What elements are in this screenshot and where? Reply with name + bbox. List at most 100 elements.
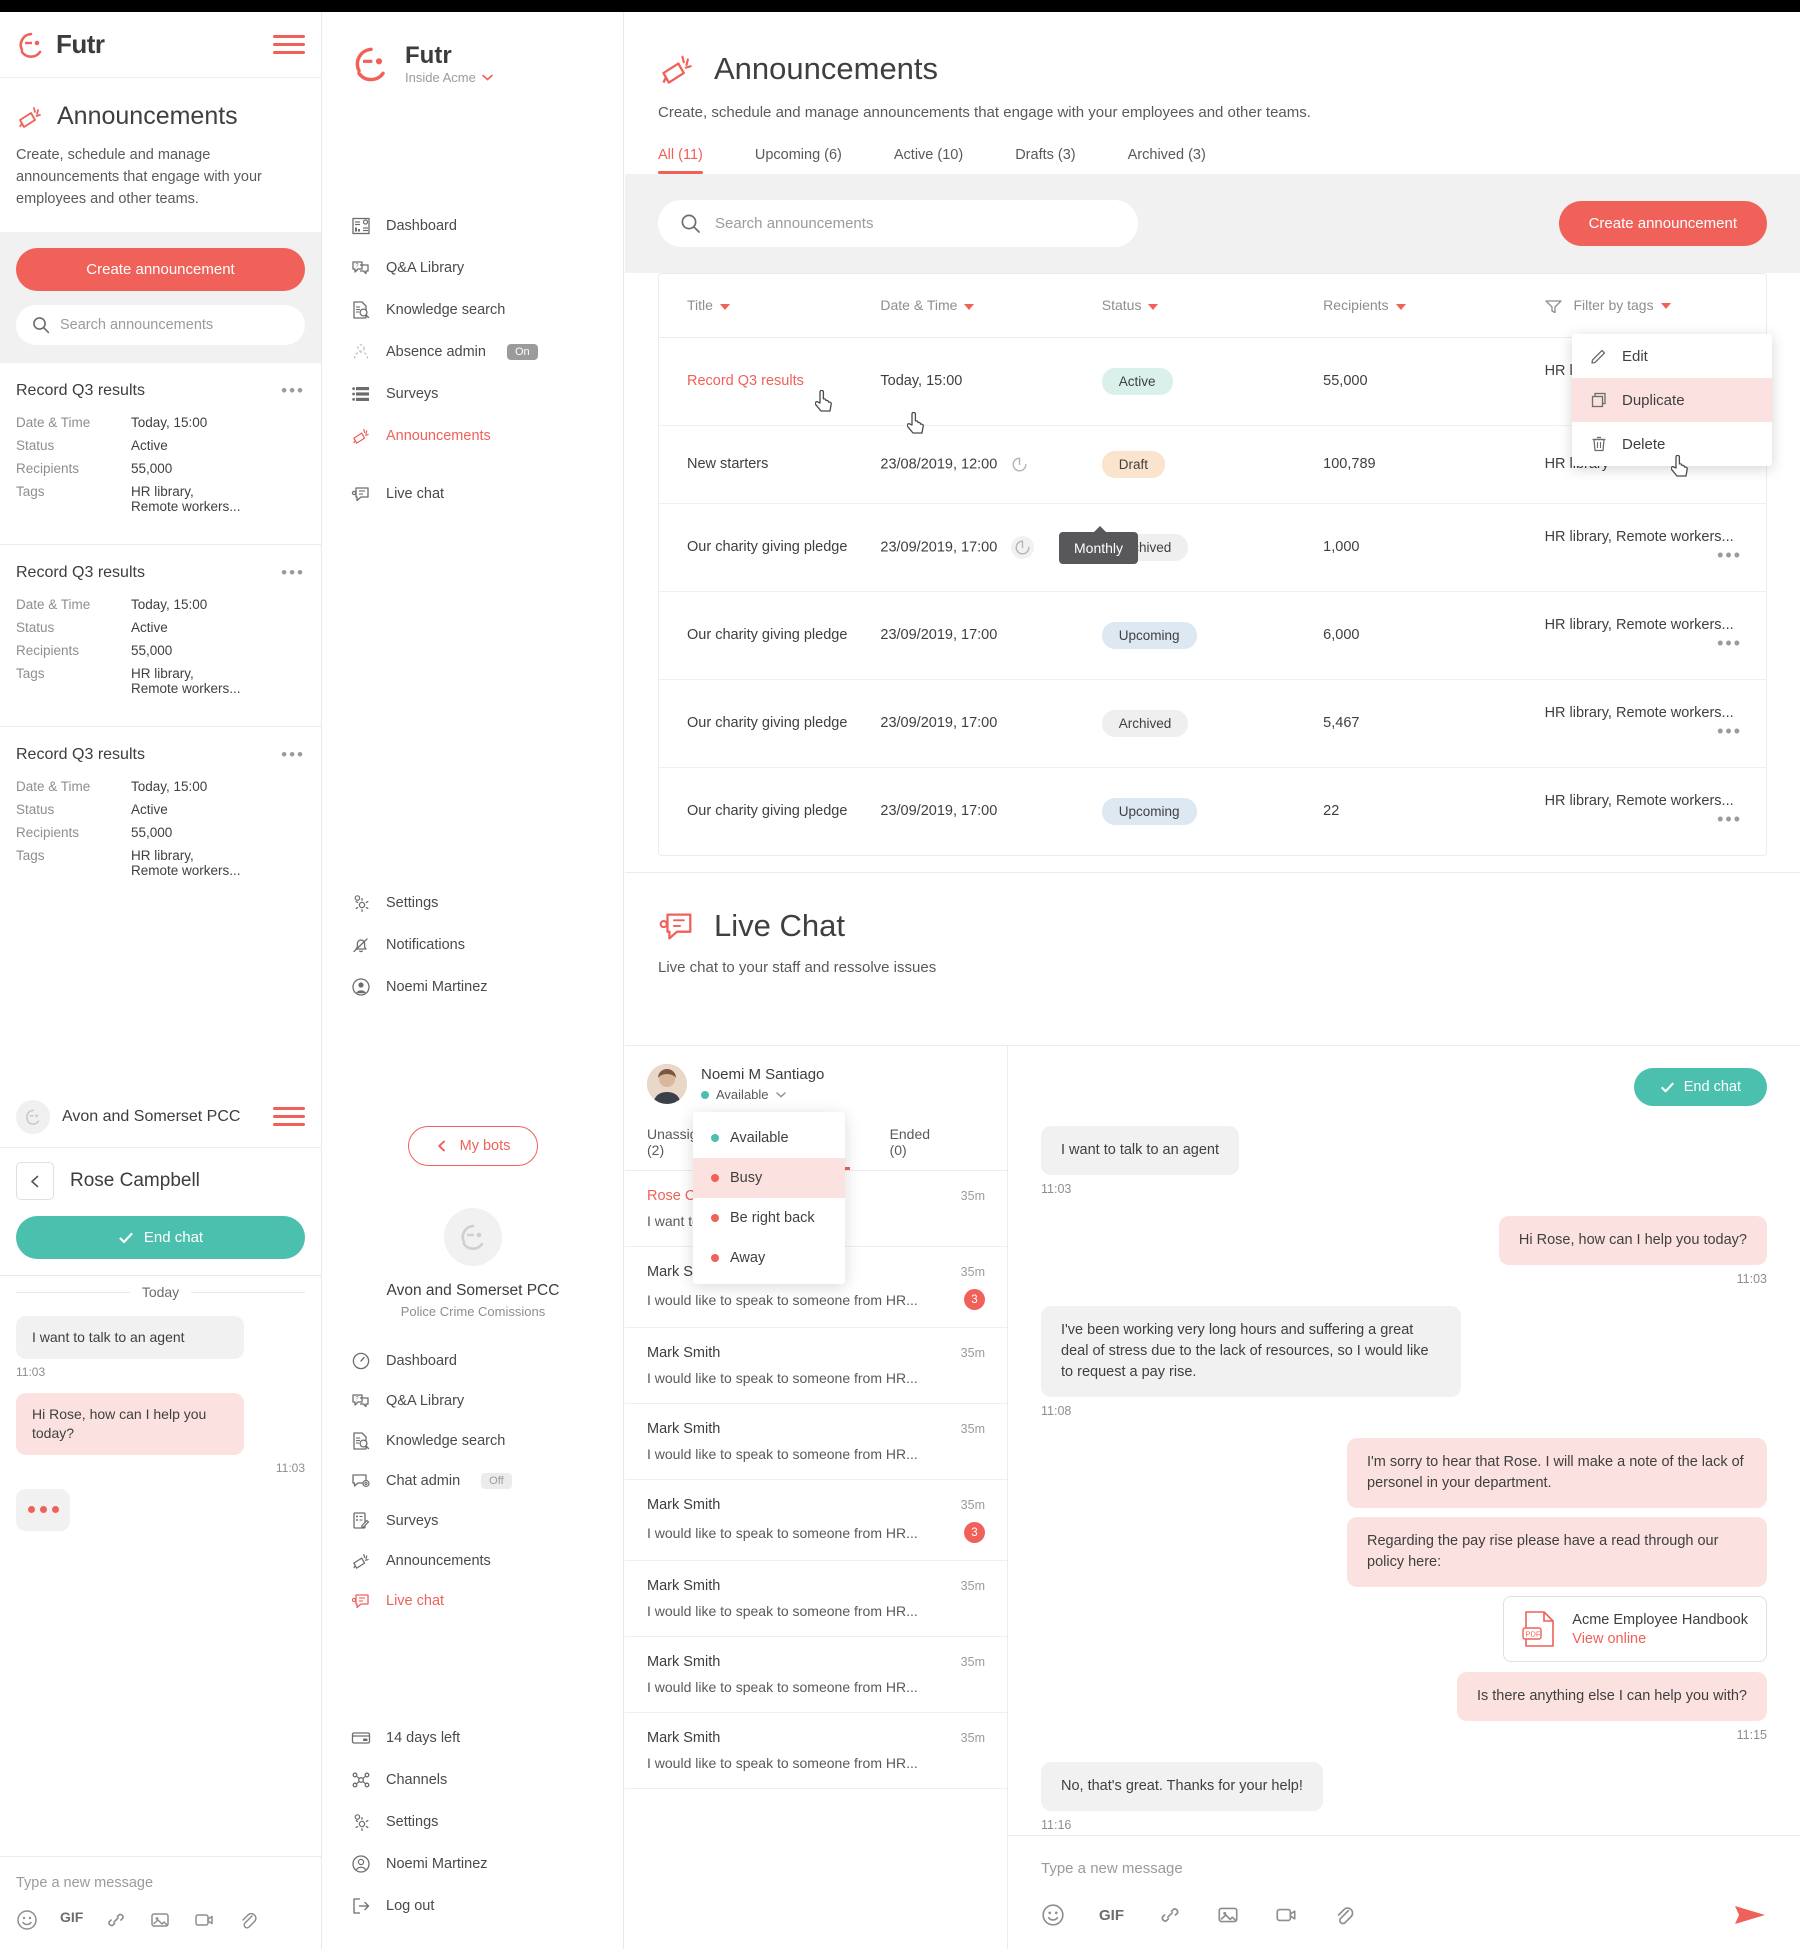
- row-more-icon[interactable]: •••: [1717, 633, 1742, 654]
- attachment-link[interactable]: View online: [1572, 1631, 1748, 1647]
- tab-archived[interactable]: Archived (3): [1128, 147, 1206, 174]
- list-item[interactable]: Mark Smith 35m I would like to speak to s…: [625, 1480, 1007, 1561]
- chat-composer-input[interactable]: Type a new message: [1041, 1860, 1767, 1877]
- gif-icon[interactable]: GIF: [1099, 1907, 1124, 1924]
- list-item[interactable]: Mark Smith 35m I would like to speak to s…: [625, 1404, 1007, 1480]
- column-header-recipients[interactable]: Recipients: [1323, 274, 1545, 338]
- status-option-be-right-back[interactable]: Be right back: [693, 1198, 845, 1238]
- list-item[interactable]: Mark Smith 35m I would like to speak to s…: [625, 1713, 1007, 1789]
- context-menu-duplicate[interactable]: Duplicate: [1572, 378, 1772, 422]
- sidebar-item-absence-admin[interactable]: Absence admin On: [323, 331, 623, 373]
- sidebar-item-dashboard[interactable]: Dashboard: [323, 1341, 623, 1381]
- card-more-icon[interactable]: •••: [281, 563, 305, 583]
- tab-ended[interactable]: Ended (0): [890, 1118, 945, 1170]
- sidebar-item-announcements[interactable]: Announcements: [323, 415, 623, 457]
- sidebar-item-surveys[interactable]: Surveys: [323, 373, 623, 415]
- context-menu-edit[interactable]: Edit: [1572, 334, 1772, 378]
- sidebar-item-user[interactable]: Noemi Martinez: [323, 1843, 623, 1885]
- context-menu-delete[interactable]: Delete: [1572, 422, 1772, 466]
- row-title[interactable]: Record Q3 results: [687, 373, 804, 389]
- status-option-busy[interactable]: Busy: [693, 1158, 845, 1198]
- table-row[interactable]: Our charity giving pledge 23/09/2019, 17…: [659, 503, 1766, 592]
- sidebar-item-chat-admin[interactable]: Chat admin Off: [323, 1461, 623, 1501]
- row-title[interactable]: Our charity giving pledge: [687, 715, 847, 731]
- link-icon[interactable]: [1158, 1903, 1182, 1927]
- image-icon[interactable]: [149, 1909, 171, 1931]
- mobile-composer-input[interactable]: Type a new message: [0, 1857, 321, 1903]
- row-title[interactable]: Our charity giving pledge: [687, 803, 847, 819]
- column-header-status[interactable]: Status: [1101, 274, 1324, 338]
- mobile-menu-icon[interactable]: [273, 30, 305, 59]
- mobile-search-input[interactable]: Search announcements: [16, 305, 305, 346]
- column-header-date[interactable]: Date & Time: [880, 274, 1102, 338]
- emoji-icon[interactable]: [16, 1909, 38, 1931]
- list-item[interactable]: Mark Smith 35m I would like to speak to s…: [625, 1328, 1007, 1404]
- card-more-icon[interactable]: •••: [281, 745, 305, 765]
- sidebar-item-logout[interactable]: Log out: [323, 1885, 623, 1927]
- tab-drafts[interactable]: Drafts (3): [1015, 147, 1075, 174]
- status-option-label: Available: [730, 1130, 789, 1146]
- announcement-card[interactable]: Record Q3 results ••• Date & Time Today, …: [0, 545, 321, 728]
- video-icon[interactable]: [1274, 1903, 1298, 1927]
- my-bots-button[interactable]: My bots: [408, 1126, 538, 1166]
- sidebar-item-settings[interactable]: Settings: [323, 882, 623, 924]
- sidebar-item-live-chat[interactable]: Live chat: [323, 473, 623, 515]
- row-title[interactable]: New starters: [687, 456, 768, 472]
- emoji-icon[interactable]: [1041, 1903, 1065, 1927]
- sidebar-item-label: Dashboard: [386, 218, 457, 234]
- sidebar-tenant[interactable]: Inside Acme: [405, 70, 493, 85]
- tab-upcoming[interactable]: Upcoming (6): [755, 147, 842, 174]
- mobile-create-announcement-button[interactable]: Create announcement: [16, 248, 305, 292]
- sidebar-item-live-chat[interactable]: Live chat: [323, 1581, 623, 1621]
- row-more-icon[interactable]: •••: [1717, 545, 1742, 566]
- sidebar-item-dashboard[interactable]: Dashboard: [323, 205, 623, 247]
- back-button[interactable]: [16, 1162, 54, 1200]
- sidebar-item-user[interactable]: Noemi Martinez: [323, 966, 623, 1008]
- recurring-icon[interactable]: [1011, 456, 1028, 473]
- mobile-chat-menu-icon[interactable]: [273, 1102, 305, 1131]
- image-icon[interactable]: [1216, 1903, 1240, 1927]
- create-announcement-button[interactable]: Create announcement: [1558, 201, 1767, 246]
- context-menu-label: Edit: [1622, 347, 1648, 365]
- video-icon[interactable]: [193, 1909, 215, 1931]
- sidebar-item-settings[interactable]: Settings: [323, 1801, 623, 1843]
- announcement-card[interactable]: Record Q3 results ••• Date & Time Today, …: [0, 727, 321, 908]
- attachment-icon[interactable]: [1332, 1903, 1356, 1927]
- list-item[interactable]: Mark Smith 35m I would like to speak to s…: [625, 1637, 1007, 1713]
- send-icon[interactable]: [1733, 1903, 1767, 1927]
- gif-icon[interactable]: GIF: [60, 1909, 83, 1931]
- announcement-card[interactable]: Record Q3 results ••• Date & Time Today, …: [0, 363, 321, 546]
- list-item[interactable]: Mark Smith 35m I would like to speak to s…: [625, 1561, 1007, 1637]
- sidebar-item-channels[interactable]: Channels: [323, 1759, 623, 1801]
- sidebar-item-billing[interactable]: 14 days left: [323, 1717, 623, 1759]
- sidebar-item-qa-library[interactable]: ? Q&A Library: [323, 1381, 623, 1421]
- sidebar-item-knowledge-search[interactable]: Knowledge search: [323, 289, 623, 331]
- link-icon[interactable]: [105, 1909, 127, 1931]
- recurring-icon[interactable]: [1011, 535, 1035, 559]
- row-more-icon[interactable]: •••: [1717, 721, 1742, 742]
- row-title[interactable]: Our charity giving pledge: [687, 627, 847, 643]
- announcements-search-input[interactable]: Search announcements: [658, 200, 1138, 247]
- chat-attachment[interactable]: PDF Acme Employee Handbook View online: [1041, 1596, 1767, 1668]
- table-row[interactable]: Our charity giving pledge 23/09/2019, 17…: [659, 591, 1766, 680]
- sidebar-item-qa-library[interactable]: ? Q&A Library: [323, 247, 623, 289]
- card-more-icon[interactable]: •••: [281, 381, 305, 401]
- sidebar-item-notifications[interactable]: Notifications: [323, 924, 623, 966]
- attachment-icon[interactable]: [237, 1909, 259, 1931]
- tab-active[interactable]: Active (10): [894, 147, 963, 174]
- column-header-tags[interactable]: Filter by tags: [1544, 274, 1766, 338]
- column-header-title[interactable]: Title: [659, 274, 881, 338]
- tab-all[interactable]: All (11): [658, 147, 703, 174]
- end-chat-button[interactable]: End chat: [1633, 1068, 1767, 1106]
- agent-status-selector[interactable]: Available: [701, 1087, 824, 1102]
- sidebar-item-announcements[interactable]: Announcements: [323, 1541, 623, 1581]
- row-more-icon[interactable]: •••: [1717, 809, 1742, 830]
- sidebar-item-knowledge-search[interactable]: Knowledge search: [323, 1421, 623, 1461]
- sidebar-item-surveys[interactable]: Surveys: [323, 1501, 623, 1541]
- table-row[interactable]: Our charity giving pledge 23/09/2019, 17…: [659, 767, 1766, 855]
- row-title[interactable]: Our charity giving pledge: [687, 539, 847, 555]
- mobile-end-chat-button[interactable]: End chat: [16, 1216, 305, 1259]
- status-option-available[interactable]: Available: [693, 1118, 845, 1158]
- table-row[interactable]: Our charity giving pledge 23/09/2019, 17…: [659, 679, 1766, 768]
- status-option-away[interactable]: Away: [693, 1238, 845, 1278]
